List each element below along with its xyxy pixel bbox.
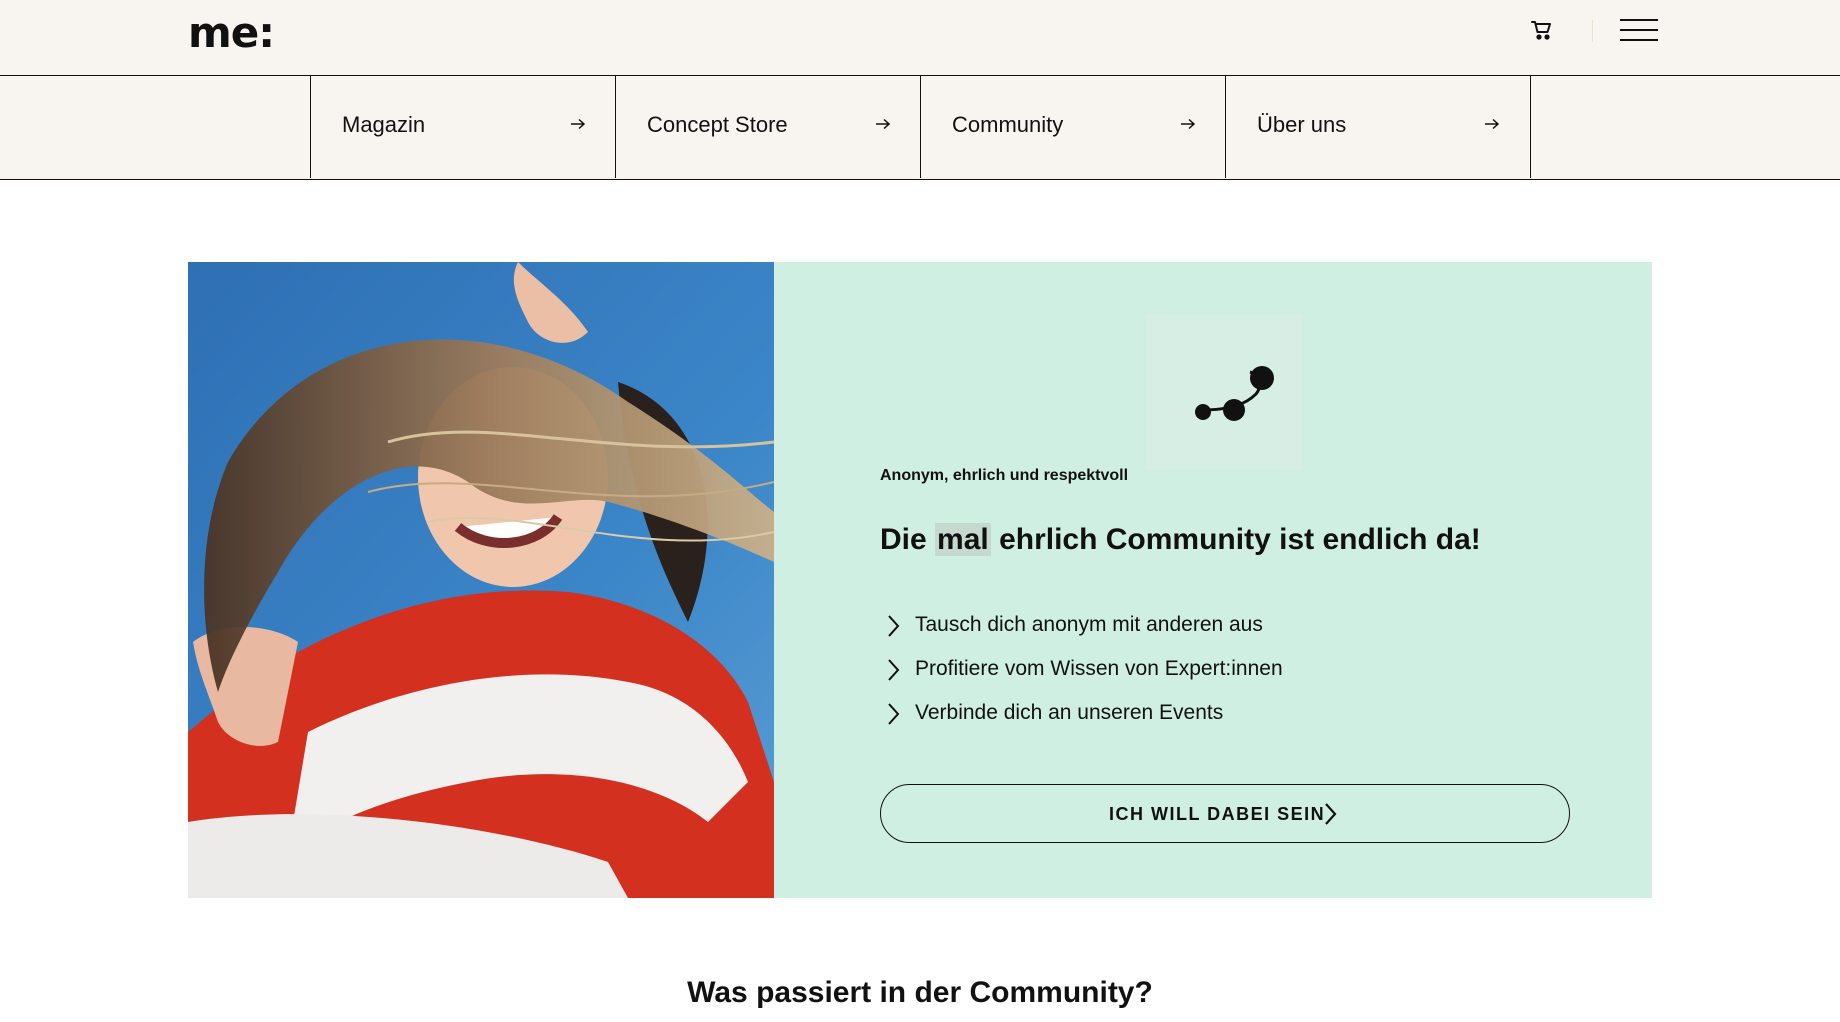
nav-item-ueber-uns[interactable]: Über uns: [1225, 76, 1531, 178]
join-community-button[interactable]: ICH WILL DABEI SEIN: [880, 784, 1570, 843]
bullet-text: Verbinde dich an unseren Events: [915, 701, 1224, 724]
main-nav: Magazin Concept Store Community Über uns: [0, 75, 1840, 180]
hamburger-menu-icon[interactable]: [1620, 18, 1660, 42]
hero-title: Die mal ehrlich Community ist endlich da…: [880, 523, 1481, 557]
bullet-text: Profitiere vom Wissen von Expert:innen: [915, 657, 1283, 680]
chevron-right-icon: [888, 659, 900, 681]
nav-item-label: Magazin: [342, 112, 426, 137]
list-item: Profitiere vom Wissen von Expert:innen: [880, 654, 1400, 684]
section-title: Was passiert in der Community?: [687, 976, 1153, 1009]
hero-title-highlight: mal: [935, 523, 991, 556]
community-connection-icon: [1146, 314, 1302, 470]
list-item: Verbinde dich an unseren Events: [880, 698, 1400, 728]
bullet-text: Tausch dich anonym mit anderen aus: [915, 613, 1263, 636]
header-divider: [1592, 20, 1593, 42]
hero-image: [188, 262, 774, 898]
arrow-right-icon: [876, 118, 891, 130]
chevron-right-icon: [888, 703, 900, 725]
nav-item-magazin[interactable]: Magazin: [310, 76, 616, 178]
cart-icon[interactable]: [1530, 18, 1554, 42]
nav-item-label: Community: [952, 112, 1064, 137]
nav-item-label: Concept Store: [647, 112, 788, 137]
arrow-right-icon: [571, 118, 586, 130]
nav-item-label: Über uns: [1257, 112, 1347, 137]
nav-item-concept-store[interactable]: Concept Store: [615, 76, 921, 178]
nav-item-community[interactable]: Community: [920, 76, 1226, 178]
hero-title-pre: Die: [880, 523, 936, 556]
join-community-button-label: ICH WILL DABEI SEIN: [1109, 804, 1326, 824]
hero-title-post: ehrlich Community ist endlich da!: [990, 523, 1481, 556]
arrow-right-icon: [1181, 118, 1196, 130]
chevron-right-icon: [888, 615, 900, 637]
logo[interactable]: me:: [188, 8, 275, 57]
list-item: Tausch dich anonym mit anderen aus: [880, 610, 1400, 640]
site-header: me:: [0, 0, 1840, 76]
arrow-right-icon: [1485, 118, 1500, 130]
hero-eyebrow: Anonym, ehrlich und respektvoll: [880, 467, 1129, 484]
chevron-right-icon: [1325, 803, 1337, 825]
